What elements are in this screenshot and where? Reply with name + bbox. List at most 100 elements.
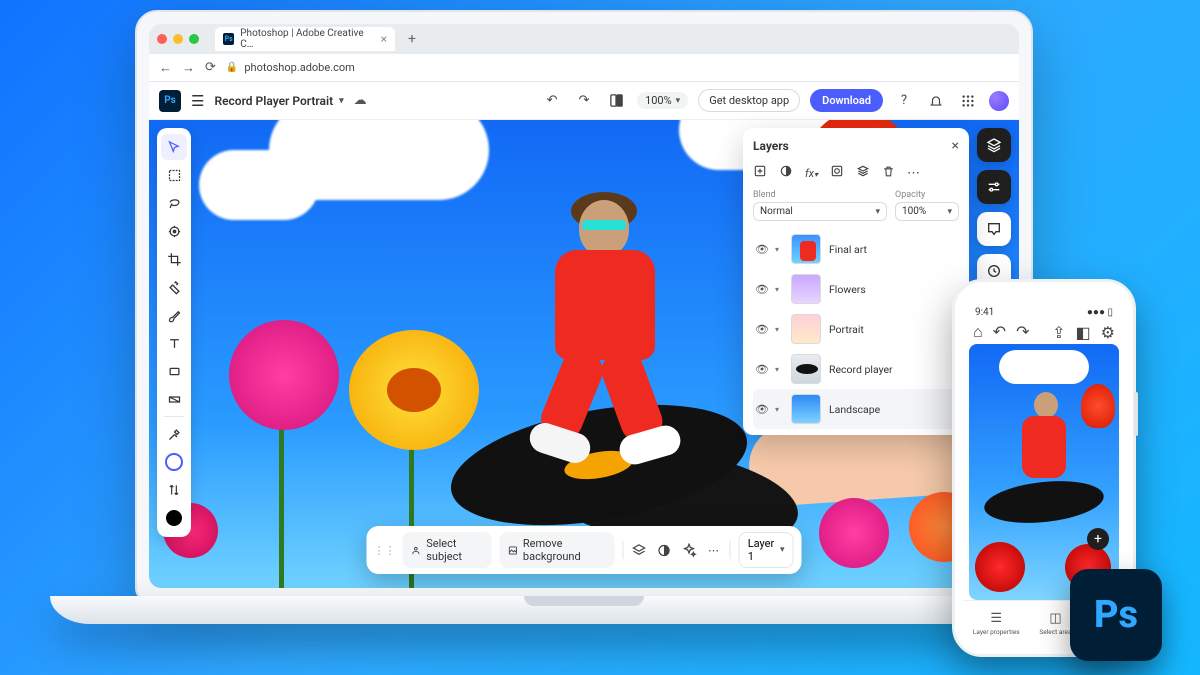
reload-icon[interactable]: ⟳ bbox=[205, 60, 216, 75]
stroke-swatch[interactable] bbox=[161, 449, 187, 475]
layer-item[interactable]: 👁▾Final art bbox=[753, 229, 959, 269]
crop-tool[interactable] bbox=[161, 246, 187, 272]
chevron-down-icon[interactable]: ▾ bbox=[775, 245, 783, 254]
more-icon[interactable]: ⋯ bbox=[907, 166, 920, 181]
active-layer-select[interactable]: Layer 1▾ bbox=[739, 532, 794, 568]
maximize-window-icon[interactable] bbox=[189, 34, 199, 44]
bottom-label: Layer properties bbox=[973, 628, 1020, 636]
redo-icon[interactable]: ↷ bbox=[1016, 322, 1029, 342]
swap-swatch-icon[interactable] bbox=[161, 477, 187, 503]
menu-icon[interactable]: ☰ bbox=[191, 92, 204, 110]
adjustments-toggle[interactable] bbox=[977, 170, 1011, 204]
group-icon[interactable] bbox=[856, 164, 870, 182]
chevron-down-icon[interactable]: ▾ bbox=[775, 405, 783, 414]
layer-name: Landscape bbox=[829, 403, 880, 416]
chevron-down-icon[interactable]: ▾ bbox=[775, 285, 783, 294]
mask-icon[interactable] bbox=[779, 164, 793, 182]
effects-icon[interactable] bbox=[680, 540, 697, 560]
spot-heal-tool[interactable] bbox=[161, 274, 187, 300]
select-subject-button[interactable]: Select subject bbox=[403, 532, 492, 568]
brush-tool[interactable] bbox=[161, 302, 187, 328]
layer-item[interactable]: 👁▾Record player bbox=[753, 349, 959, 389]
transform-icon[interactable] bbox=[631, 540, 648, 560]
forward-icon[interactable]: → bbox=[182, 60, 195, 76]
fx-icon[interactable]: fx▾ bbox=[805, 167, 818, 180]
contextual-taskbar: ⋮⋮ Select subject Remove background ⋯ La… bbox=[367, 526, 802, 574]
apps-grid-icon[interactable] bbox=[957, 90, 979, 112]
minimize-window-icon[interactable] bbox=[173, 34, 183, 44]
opacity-select[interactable]: 100%▾ bbox=[895, 202, 959, 221]
move-tool[interactable] bbox=[161, 134, 187, 160]
visibility-icon[interactable]: 👁 bbox=[755, 403, 767, 416]
undo-icon[interactable]: ↶ bbox=[993, 322, 1006, 342]
adjust-icon[interactable] bbox=[656, 540, 673, 560]
account-avatar[interactable] bbox=[989, 91, 1009, 111]
comments-toggle[interactable] bbox=[977, 212, 1011, 246]
ps-logo-icon[interactable]: Ps bbox=[159, 90, 181, 112]
home-icon[interactable]: ⌂ bbox=[973, 322, 983, 342]
phone-time: 9:41 bbox=[975, 307, 994, 318]
tab-title: Photoshop | Adobe Creative C… bbox=[240, 28, 370, 50]
layer-item[interactable]: 👁▾Portrait bbox=[753, 309, 959, 349]
notifications-icon[interactable] bbox=[925, 90, 947, 112]
marquee-tool[interactable] bbox=[161, 162, 187, 188]
help-icon[interactable]: ? bbox=[893, 90, 915, 112]
device-preview-icon[interactable] bbox=[605, 90, 627, 112]
close-window-icon[interactable] bbox=[157, 34, 167, 44]
lasso-tool[interactable] bbox=[161, 190, 187, 216]
zoom-value: 100% bbox=[645, 94, 672, 107]
opacity-label: Opacity bbox=[895, 190, 959, 200]
more-icon[interactable]: ⋯ bbox=[705, 540, 722, 560]
eyedropper-tool[interactable] bbox=[161, 421, 187, 447]
remove-background-button[interactable]: Remove background bbox=[499, 532, 614, 568]
layer-thumbnail bbox=[791, 394, 821, 424]
gradient-tool[interactable] bbox=[161, 386, 187, 412]
chevron-down-icon[interactable]: ▾ bbox=[775, 365, 783, 374]
delete-icon[interactable] bbox=[882, 165, 895, 182]
redo-icon[interactable]: ↷ bbox=[573, 90, 595, 112]
shape-tool[interactable] bbox=[161, 358, 187, 384]
select-area-button[interactable]: ◫Select area bbox=[1039, 611, 1071, 636]
layer-properties-button[interactable]: ☰Layer properties bbox=[973, 611, 1020, 636]
chevron-down-icon[interactable]: ▾ bbox=[775, 325, 783, 334]
fill-swatch[interactable] bbox=[161, 505, 187, 531]
close-icon[interactable]: × bbox=[952, 138, 959, 154]
visibility-icon[interactable]: 👁 bbox=[755, 363, 767, 376]
right-rail bbox=[977, 128, 1011, 288]
layers-icon[interactable]: ◧ bbox=[1076, 323, 1091, 342]
download-button[interactable]: Download bbox=[810, 89, 883, 112]
visibility-icon[interactable]: 👁 bbox=[755, 283, 767, 296]
layer-item[interactable]: 👁▾Flowers bbox=[753, 269, 959, 309]
window-controls bbox=[157, 34, 199, 44]
adjustment-layer-icon[interactable] bbox=[830, 164, 844, 182]
undo-icon[interactable]: ↶ bbox=[541, 90, 563, 112]
get-desktop-button[interactable]: Get desktop app bbox=[698, 89, 800, 112]
cloud-sync-icon[interactable]: ☁ bbox=[354, 93, 367, 108]
blend-mode-select[interactable]: Normal▾ bbox=[753, 202, 887, 221]
chevron-down-icon: ▾ bbox=[780, 545, 785, 555]
opacity-value: 100% bbox=[902, 206, 926, 217]
share-icon[interactable]: ⇪ bbox=[1052, 323, 1065, 342]
close-tab-icon[interactable]: × bbox=[381, 32, 387, 46]
zoom-control[interactable]: 100% ▾ bbox=[637, 92, 688, 109]
phone-canvas[interactable]: + bbox=[969, 344, 1119, 600]
quick-select-tool[interactable] bbox=[161, 218, 187, 244]
browser-tab[interactable]: Ps Photoshop | Adobe Creative C… × bbox=[215, 27, 395, 51]
layers-toggle[interactable] bbox=[977, 128, 1011, 162]
add-layer-icon[interactable] bbox=[753, 164, 767, 182]
document-name-text: Record Player Portrait bbox=[214, 94, 333, 108]
photoshop-app-icon: Ps bbox=[1070, 569, 1162, 661]
settings-icon[interactable]: ⚙ bbox=[1101, 323, 1115, 342]
add-fab-button[interactable]: + bbox=[1087, 528, 1109, 550]
artwork-stem bbox=[279, 420, 284, 588]
back-icon[interactable]: ← bbox=[159, 60, 172, 76]
new-tab-button[interactable]: + bbox=[403, 30, 421, 48]
visibility-icon[interactable]: 👁 bbox=[755, 323, 767, 336]
drag-handle-icon[interactable]: ⋮⋮ bbox=[375, 540, 395, 560]
layer-item[interactable]: 👁 ▾ Landscape bbox=[753, 389, 959, 429]
layer-thumbnail bbox=[791, 234, 821, 264]
type-tool[interactable] bbox=[161, 330, 187, 356]
address-field[interactable]: 🔒 photoshop.adobe.com bbox=[226, 61, 1009, 74]
document-name[interactable]: Record Player Portrait ▾ bbox=[214, 94, 343, 108]
visibility-icon[interactable]: 👁 bbox=[755, 243, 767, 256]
